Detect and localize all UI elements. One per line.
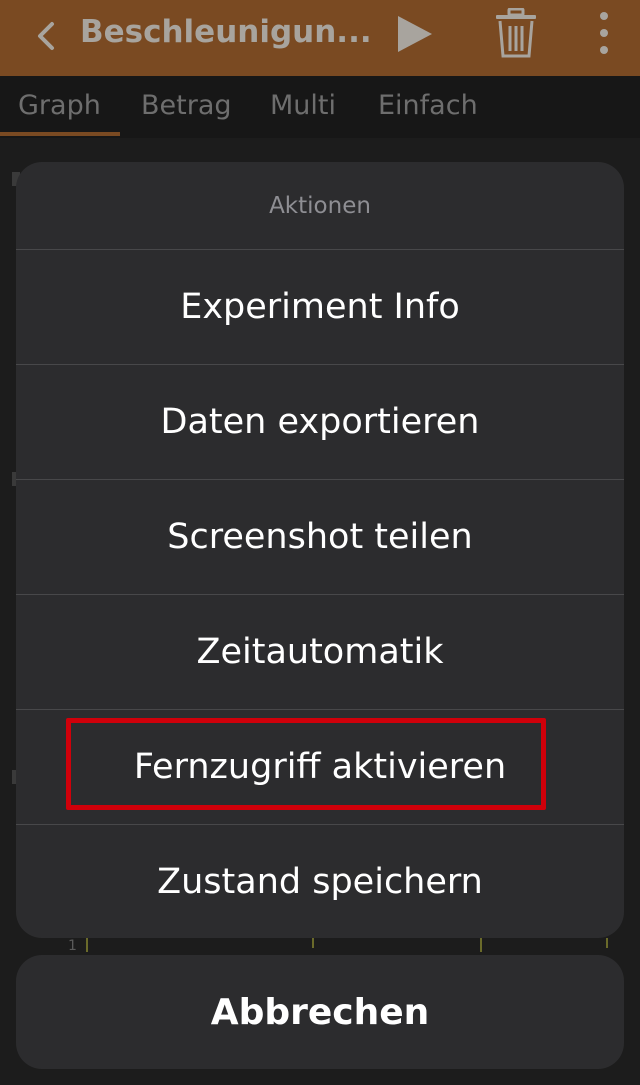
trash-icon[interactable] [494, 8, 538, 58]
action-share-screenshot[interactable]: Screenshot teilen [16, 479, 624, 594]
action-export-data[interactable]: Daten exportieren [16, 364, 624, 479]
cancel-button[interactable]: Abbrechen [16, 955, 624, 1069]
more-vertical-icon[interactable] [592, 10, 616, 56]
action-sheet: Aktionen Experiment Info Daten exportier… [16, 162, 624, 938]
tab-betrag[interactable]: Betrag [141, 90, 232, 121]
active-tab-indicator [0, 132, 120, 136]
graph-fragment [86, 938, 88, 952]
play-icon[interactable] [394, 14, 434, 54]
axis-tick-label: 1 [68, 938, 77, 954]
action-enable-remote-access[interactable]: Fernzugriff aktivieren [16, 709, 624, 824]
tab-graph[interactable]: Graph [18, 90, 101, 121]
graph-fragment [312, 938, 314, 948]
action-timed-run[interactable]: Zeitautomatik [16, 594, 624, 709]
action-sheet-title: Aktionen [269, 193, 371, 219]
tab-multi[interactable]: Multi [270, 90, 336, 121]
graph-fragment [480, 938, 482, 952]
tab-bar: Graph Betrag Multi Einfach [0, 76, 640, 138]
tab-einfach[interactable]: Einfach [378, 90, 478, 121]
back-chevron-icon[interactable] [28, 18, 64, 54]
action-save-state[interactable]: Zustand speichern [16, 824, 624, 938]
experiment-title: Beschleunigun... [80, 14, 372, 50]
graph-fragment [606, 938, 608, 948]
action-experiment-info[interactable]: Experiment Info [16, 249, 624, 364]
app-bar: Beschleunigun... [0, 0, 640, 76]
